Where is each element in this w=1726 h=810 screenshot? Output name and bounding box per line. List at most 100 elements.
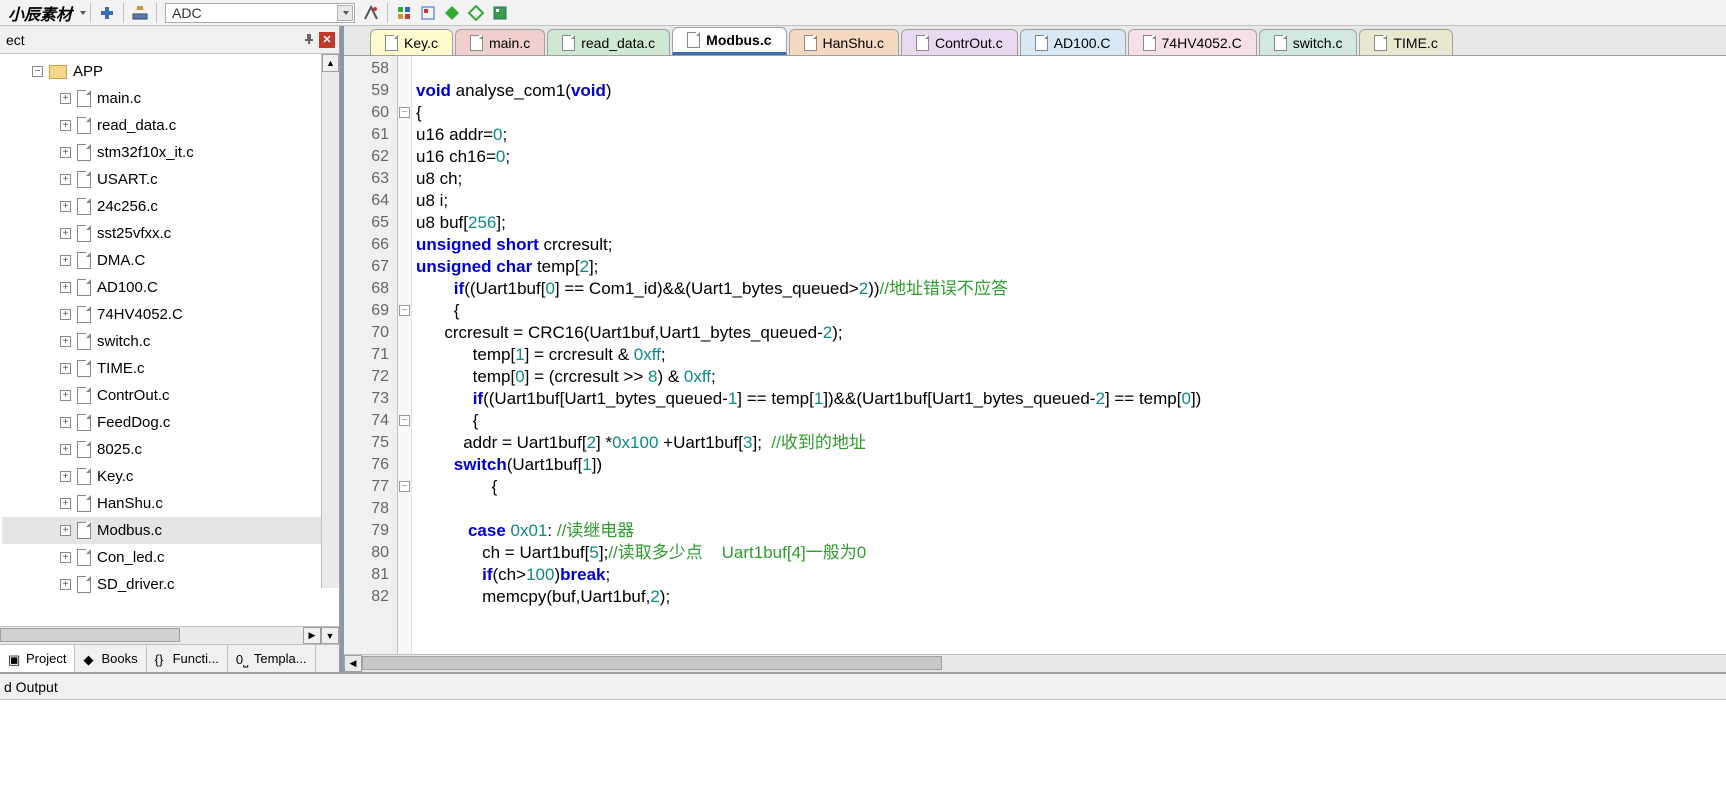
tree-file-item[interactable]: +FeedDog.c	[2, 409, 337, 436]
code-line[interactable]: u8 i;	[416, 190, 1726, 212]
manage-icon-2[interactable]	[418, 3, 438, 23]
code-line[interactable]: case 0x01: //读继电器	[416, 520, 1726, 542]
panel-tab-project[interactable]: ▣Project	[0, 645, 75, 672]
editor-tab-modbusc[interactable]: Modbus.c	[672, 27, 786, 55]
expander-icon[interactable]: +	[60, 282, 71, 293]
code-line[interactable]: temp[1] = crcresult & 0xff;	[416, 344, 1726, 366]
tree-file-item[interactable]: +ContrOut.c	[2, 382, 337, 409]
editor-tab-mainc[interactable]: main.c	[455, 29, 545, 55]
tree-file-item[interactable]: +8025.c	[2, 436, 337, 463]
code-line[interactable]	[416, 58, 1726, 80]
expander-icon[interactable]: +	[60, 147, 71, 158]
fold-toggle[interactable]: −	[399, 415, 410, 426]
tree-file-item[interactable]: +main.c	[2, 85, 337, 112]
tree-file-item[interactable]: +USART.c	[2, 166, 337, 193]
hscroll-thumb[interactable]	[0, 628, 180, 642]
load-icon[interactable]	[130, 3, 150, 23]
tree-file-item[interactable]: +stm32f10x_it.c	[2, 139, 337, 166]
code-line[interactable]: switch(Uart1buf[1])	[416, 454, 1726, 476]
expander-icon[interactable]: +	[60, 471, 71, 482]
combo-dropdown-button[interactable]	[337, 5, 353, 21]
editor-tab-ad100c[interactable]: AD100.C	[1020, 29, 1126, 55]
code-line[interactable]: u8 ch;	[416, 168, 1726, 190]
expander-icon[interactable]: +	[60, 174, 71, 185]
editor-tab-timec[interactable]: TIME.c	[1359, 29, 1452, 55]
code-line[interactable]: unsigned char temp[2];	[416, 256, 1726, 278]
code-line[interactable]: if((Uart1buf[0] == Com1_id)&&(Uart1_byte…	[416, 278, 1726, 300]
tree-file-item[interactable]: +switch.c	[2, 328, 337, 355]
tree-file-item[interactable]: +sst25vfxx.c	[2, 220, 337, 247]
target-icon[interactable]	[97, 3, 117, 23]
expander-icon[interactable]: +	[60, 201, 71, 212]
build-output-body[interactable]	[0, 700, 1726, 810]
code-line[interactable]: unsigned short crcresult;	[416, 234, 1726, 256]
code-line[interactable]: crcresult = CRC16(Uart1buf,Uart1_bytes_q…	[416, 322, 1726, 344]
close-icon[interactable]: ✕	[319, 32, 335, 48]
expander-icon[interactable]: +	[60, 390, 71, 401]
expander-icon[interactable]: +	[60, 336, 71, 347]
editor-tab-74hv4052c[interactable]: 74HV4052.C	[1128, 29, 1257, 55]
expander-icon[interactable]: +	[60, 525, 71, 536]
code-line[interactable]: if(ch>100)break;	[416, 564, 1726, 586]
editor-tab-hanshuc[interactable]: HanShu.c	[789, 29, 899, 55]
code-line[interactable]: temp[0] = (crcresult >> 8) & 0xff;	[416, 366, 1726, 388]
tree-file-item[interactable]: +HanShu.c	[2, 490, 337, 517]
tree-file-item[interactable]: +DMA.C	[2, 247, 337, 274]
code-line[interactable]: void analyse_com1(void)	[416, 80, 1726, 102]
panel-tab-books[interactable]: ◆Books	[75, 645, 146, 672]
expander-icon[interactable]: +	[60, 228, 71, 239]
expander-icon[interactable]: +	[60, 363, 71, 374]
expander-icon[interactable]: +	[60, 93, 71, 104]
tree-file-item[interactable]: +Con_led.c	[2, 544, 337, 571]
expander-icon[interactable]: +	[60, 579, 71, 590]
expander-icon[interactable]: +	[60, 444, 71, 455]
code-line[interactable]: ch = Uart1buf[5];//读取多少点 Uart1buf[4]一般为0	[416, 542, 1726, 564]
editor-tab-keyc[interactable]: Key.c	[370, 29, 453, 55]
target-combo[interactable]: ADC	[165, 3, 355, 23]
fold-toggle[interactable]: −	[399, 305, 410, 316]
expander-icon[interactable]: +	[60, 498, 71, 509]
scroll-up-button[interactable]: ▲	[322, 54, 339, 72]
tree-file-item[interactable]: +Key.c	[2, 463, 337, 490]
code-line[interactable]: {	[416, 300, 1726, 322]
code-line[interactable]: memcpy(buf,Uart1buf,2);	[416, 586, 1726, 608]
code-content[interactable]: void analyse_com1(void){u16 addr=0;u16 c…	[412, 56, 1726, 654]
panel-tab-functi[interactable]: {}Functi...	[147, 645, 228, 672]
tree-file-item[interactable]: +Modbus.c	[2, 517, 337, 544]
code-line[interactable]: {	[416, 102, 1726, 124]
fold-toggle[interactable]: −	[399, 107, 410, 118]
scroll-right-button[interactable]: ▶	[303, 627, 321, 644]
tree-vscroll[interactable]: ▲	[321, 54, 339, 588]
manage-icon-5[interactable]	[490, 3, 510, 23]
editor-hscroll[interactable]: ◀	[344, 654, 1726, 672]
tree-file-item[interactable]: +74HV4052.C	[2, 301, 337, 328]
expander-icon[interactable]: +	[60, 417, 71, 428]
code-line[interactable]: addr = Uart1buf[2] *0x100 +Uart1buf[3]; …	[416, 432, 1726, 454]
pin-icon[interactable]	[302, 32, 316, 46]
expander-icon[interactable]: +	[60, 552, 71, 563]
expander-icon[interactable]: −	[32, 66, 43, 77]
tree-file-item[interactable]: +24c256.c	[2, 193, 337, 220]
tree-file-item[interactable]: +TIME.c	[2, 355, 337, 382]
code-line[interactable]: if((Uart1buf[Uart1_bytes_queued-1] == te…	[416, 388, 1726, 410]
dropdown-icon[interactable]	[80, 11, 86, 15]
editor-tab-controutc[interactable]: ContrOut.c	[901, 29, 1018, 55]
manage-icon-4[interactable]	[466, 3, 486, 23]
tree-file-item[interactable]: +read_data.c	[2, 112, 337, 139]
editor-hscroll-thumb[interactable]	[362, 656, 942, 670]
expander-icon[interactable]: +	[60, 309, 71, 320]
expander-icon[interactable]: +	[60, 120, 71, 131]
scroll-left-button[interactable]: ◀	[344, 655, 362, 672]
code-line[interactable]: u8 buf[256];	[416, 212, 1726, 234]
code-line[interactable]	[416, 498, 1726, 520]
tree-file-item[interactable]: +AD100.C	[2, 274, 337, 301]
code-line[interactable]: u16 ch16=0;	[416, 146, 1726, 168]
scroll-dropdown-button[interactable]: ▼	[321, 627, 339, 644]
tree-root[interactable]: −APP	[2, 58, 337, 85]
code-line[interactable]: {	[416, 410, 1726, 432]
options-icon[interactable]	[361, 3, 381, 23]
code-line[interactable]: u16 addr=0;	[416, 124, 1726, 146]
panel-tab-templa[interactable]: 0⎵Templa...	[228, 645, 316, 672]
code-line[interactable]: {	[416, 476, 1726, 498]
editor-tab-read_datac[interactable]: read_data.c	[547, 29, 670, 55]
